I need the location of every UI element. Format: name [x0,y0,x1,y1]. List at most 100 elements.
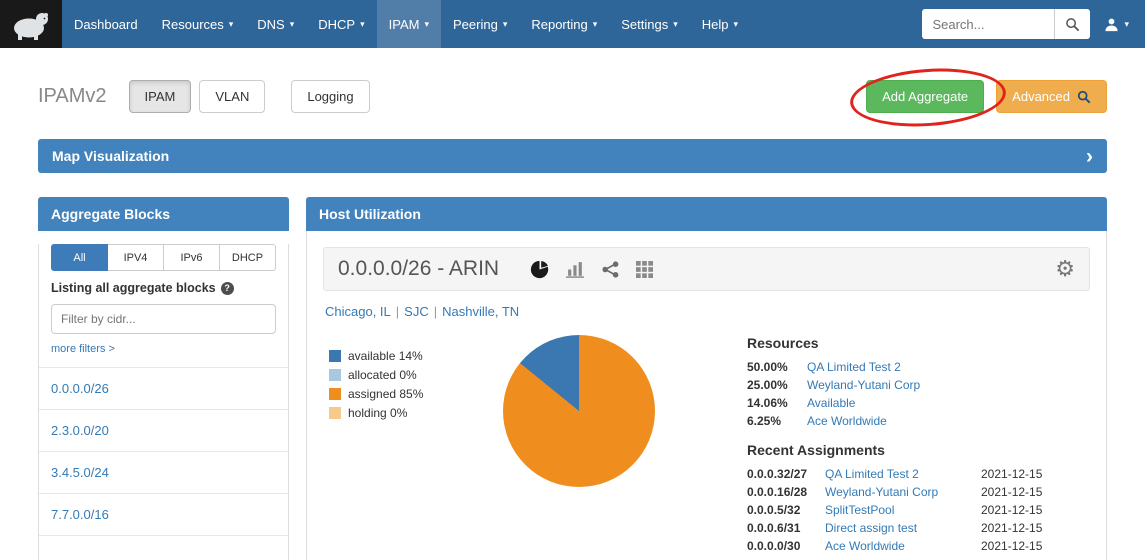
tab-ipv6[interactable]: IPv6 [164,244,220,271]
nav-item-ipam[interactable]: IPAM ▾ [377,0,441,48]
legend-item-allocated: allocated 0% [329,368,477,382]
page-title: IPAMv2 [38,85,107,108]
tab-ipam[interactable]: IPAM [129,80,192,113]
nav-label: DNS [257,17,284,32]
panel-title: Aggregate Blocks [51,206,170,222]
breadcrumb-separator: | [429,304,442,319]
utilization-info: Resources 50.00% QA Limited Test 2 25.00… [747,335,1057,557]
tab-vlan[interactable]: VLAN [199,80,265,113]
breadcrumb-link[interactable]: Nashville, TN [442,304,519,319]
caret-down-icon: ▾ [673,19,678,30]
breadcrumb-link[interactable]: Chicago, IL [325,304,391,319]
resources-title: Resources [747,335,1057,351]
assignment-row: 0.0.0.6/31 Direct assign test 2021-12-15 [747,521,1057,535]
list-item[interactable]: 2.3.0.0/20 [39,409,288,451]
gear-icon[interactable]: ⚙ [1055,258,1075,280]
more-filters-link[interactable]: more filters > [51,343,115,355]
assignment-link[interactable]: Direct assign test [825,521,977,535]
assignment-link[interactable]: Weyland-Yutani Corp [825,485,977,499]
nav-label: Settings [621,17,668,32]
provision-logo[interactable] [0,0,62,48]
aggregate-block-list: 0.0.0.0/26 2.3.0.0/20 3.4.5.0/24 7.7.0.0… [39,367,288,560]
resource-link[interactable]: Ace Worldwide [807,414,1057,428]
block-cidr: 3.4.5.0/24 [51,465,109,480]
assignment-row: 0.0.0.5/32 SplitTestPool 2021-12-15 [747,503,1057,517]
legend-item-holding: holding 0% [329,406,477,420]
navbar-search [922,9,1090,39]
search-button[interactable] [1054,9,1090,39]
assignment-row: 0.0.0.0/30 Ace Worldwide 2021-12-15 [747,539,1057,553]
recent-assignments-title: Recent Assignments [747,442,1057,458]
breadcrumb-link[interactable]: SJC [404,304,429,319]
aggregate-blocks-panel: Aggregate Blocks All IPV4 IPv6 DHCP List… [38,197,289,560]
list-item[interactable]: 0.0.0.0/26 [39,367,288,409]
share-icon [602,261,619,278]
tab-dhcp[interactable]: DHCP [220,244,276,271]
nav-item-dhcp[interactable]: DHCP ▾ [306,0,376,48]
pie-view-button[interactable] [530,260,549,279]
listing-label: Listing all aggregate blocks ? [51,281,276,295]
block-cidr: 2.3.0.0/20 [51,423,109,438]
nav-item-dashboard[interactable]: Dashboard [62,0,150,48]
map-visualization-title: Map Visualization [52,148,169,164]
resource-row: 25.00% Weyland-Yutani Corp [747,378,1057,392]
assignment-link[interactable]: Ace Worldwide [825,539,977,553]
user-menu[interactable]: ▾ [1090,0,1145,48]
assignment-link[interactable]: QA Limited Test 2 [825,467,977,481]
breadcrumb-separator: | [391,304,404,319]
caret-down-icon: ▾ [424,19,429,30]
search-input[interactable] [922,9,1054,39]
legend-swatch [329,407,341,419]
map-visualization-bar[interactable]: Map Visualization › [38,139,1107,173]
nav-item-settings[interactable]: Settings ▾ [609,0,690,48]
nav-item-reporting[interactable]: Reporting ▾ [519,0,609,48]
nav-item-resources[interactable]: Resources ▾ [150,0,246,48]
block-subject-title: 0.0.0.0/26 - ARIN [338,257,499,281]
host-utilization-header: Host Utilization [306,197,1107,231]
nav-label: IPAM [389,17,420,32]
tab-ipv4[interactable]: IPV4 [108,244,164,271]
legend-item-assigned: assigned 85% [329,387,477,401]
help-icon[interactable]: ? [221,282,234,295]
utilization-pie-chart [503,335,655,487]
user-icon [1104,17,1119,32]
legend-item-available: available 14% [329,349,477,363]
list-item[interactable] [39,535,288,560]
tab-all[interactable]: All [51,244,108,271]
nav-item-dns[interactable]: DNS ▾ [245,0,306,48]
nav-item-help[interactable]: Help ▾ [690,0,750,48]
search-icon [1065,17,1080,32]
chevron-right-icon: › [1086,146,1093,167]
grid-view-button[interactable] [636,261,653,278]
tab-logging[interactable]: Logging [291,80,369,113]
add-aggregate-button[interactable]: Add Aggregate [866,80,984,113]
pie-chart-icon [530,260,549,279]
advanced-label: Advanced [1012,89,1070,104]
nav-label: DHCP [318,17,355,32]
block-cidr: 0.0.0.0/26 [51,381,109,396]
advanced-search-button[interactable]: Advanced [996,80,1107,113]
caret-down-icon: ▾ [734,19,739,30]
host-utilization-panel: Host Utilization 0.0.0.0/26 - ARIN [306,197,1107,560]
resource-link[interactable]: QA Limited Test 2 [807,360,1057,374]
search-icon [1077,90,1091,104]
polar-bear-icon [8,6,54,42]
caret-down-icon: ▾ [593,19,598,30]
pie-legend: available 14% allocated 0% assigned 85% … [329,335,477,557]
resource-link[interactable]: Available [807,396,1057,410]
nav-label: Dashboard [74,17,138,32]
assignment-link[interactable]: SplitTestPool [825,503,977,517]
bar-view-button[interactable] [566,261,585,278]
panel-title: Host Utilization [319,206,421,222]
breadcrumb: Chicago, IL|SJC|Nashville, TN [325,304,1088,319]
list-item[interactable]: 3.4.5.0/24 [39,451,288,493]
resource-row: 6.25% Ace Worldwide [747,414,1057,428]
legend-swatch [329,388,341,400]
resource-link[interactable]: Weyland-Yutani Corp [807,378,1057,392]
share-button[interactable] [602,261,619,278]
list-item[interactable]: 7.7.0.0/16 [39,493,288,535]
cidr-filter-input[interactable] [51,304,276,334]
nav-label: Reporting [531,17,587,32]
nav-item-peering[interactable]: Peering ▾ [441,0,519,48]
caret-down-icon: ▾ [290,19,295,30]
